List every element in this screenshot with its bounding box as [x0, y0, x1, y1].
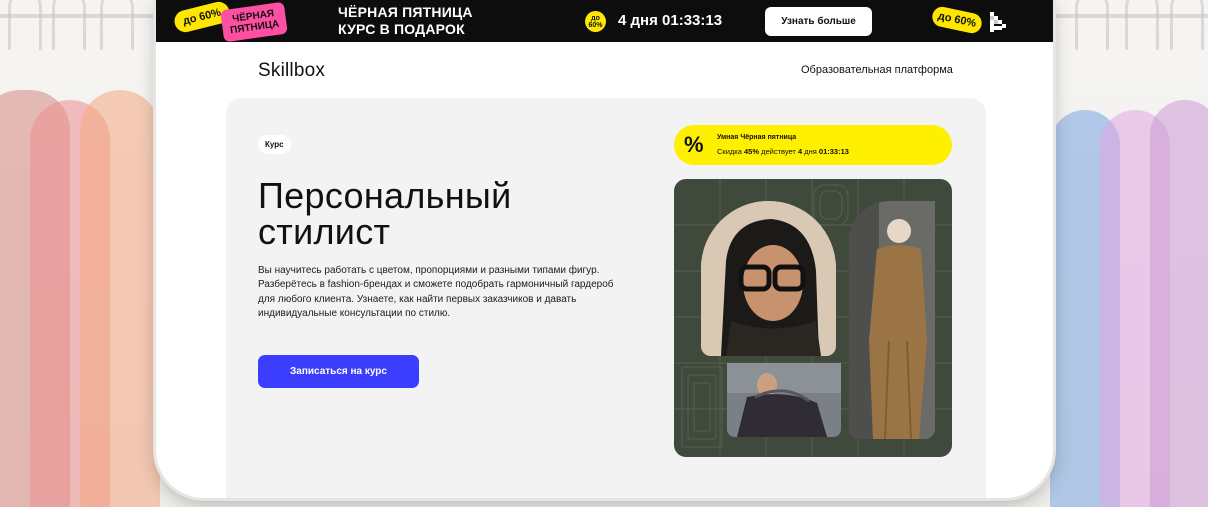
- pixel-cursor-icon: [990, 12, 1006, 32]
- model-suit-photo: [849, 201, 935, 439]
- hero-image-collage: [674, 179, 952, 457]
- enroll-button[interactable]: Записаться на курс: [258, 355, 419, 388]
- discount-badge-top: до: [591, 14, 600, 22]
- smart-banner-days-word: дня: [804, 147, 817, 156]
- smart-banner-time: 01:33:13: [818, 147, 849, 156]
- promo-headline-line1: ЧЁРНАЯ ПЯТНИЦА: [338, 4, 473, 20]
- promo-headline: ЧЁРНАЯ ПЯТНИЦА КУРС В ПОДАРОК: [338, 4, 473, 38]
- model-dress-photo: [727, 363, 841, 437]
- platform-link[interactable]: Образовательная платформа: [801, 64, 953, 76]
- page-title: Персональный стилист: [258, 178, 618, 250]
- page-title-line2: стилист: [258, 211, 391, 252]
- browser-window: до 60% ЧЁРНАЯ ПЯТНИЦА ЧЁРНАЯ ПЯТНИЦА КУР…: [156, 0, 1053, 498]
- smart-banner-prefix: Скидка: [717, 147, 742, 156]
- learn-more-button[interactable]: Узнать больше: [765, 7, 872, 36]
- smart-banner-middle: действует: [761, 147, 796, 156]
- page-title-line1: Персональный: [258, 175, 512, 216]
- smart-banner-subtitle: Скидка 45% действует 4 дня 01:33:13: [717, 147, 849, 156]
- smart-black-friday-banner[interactable]: % Умная Чёрная пятница Скидка 45% действ…: [674, 125, 952, 165]
- course-description: Вы научитесь работать с цветом, пропорци…: [258, 265, 614, 319]
- hero-section: Курс Персональный стилист Вы научитесь р…: [226, 98, 986, 498]
- discount-badge-bottom: 60%: [588, 21, 603, 29]
- black-friday-sticker: ЧЁРНАЯ ПЯТНИЦА: [220, 1, 288, 43]
- promo-bar[interactable]: до 60% ЧЁРНАЯ ПЯТНИЦА ЧЁРНАЯ ПЯТНИЦА КУР…: [156, 0, 1053, 43]
- percent-icon: %: [684, 132, 704, 157]
- smart-banner-title: Умная Чёрная пятница: [717, 134, 797, 141]
- stylist-portrait-photo: [701, 201, 836, 356]
- promo-headline-line2: КУРС В ПОДАРОК: [338, 21, 465, 37]
- promo-timer: 4 дня 01:33:13: [618, 12, 723, 29]
- smart-banner-days: 4: [797, 147, 803, 156]
- skillbox-logo[interactable]: Skillbox: [258, 60, 325, 82]
- course-chip: Курс: [258, 135, 291, 154]
- discount-badge: до 60%: [585, 11, 606, 32]
- discount-tag-right: до 60%: [930, 5, 984, 35]
- smart-banner-percent: 45%: [743, 147, 759, 156]
